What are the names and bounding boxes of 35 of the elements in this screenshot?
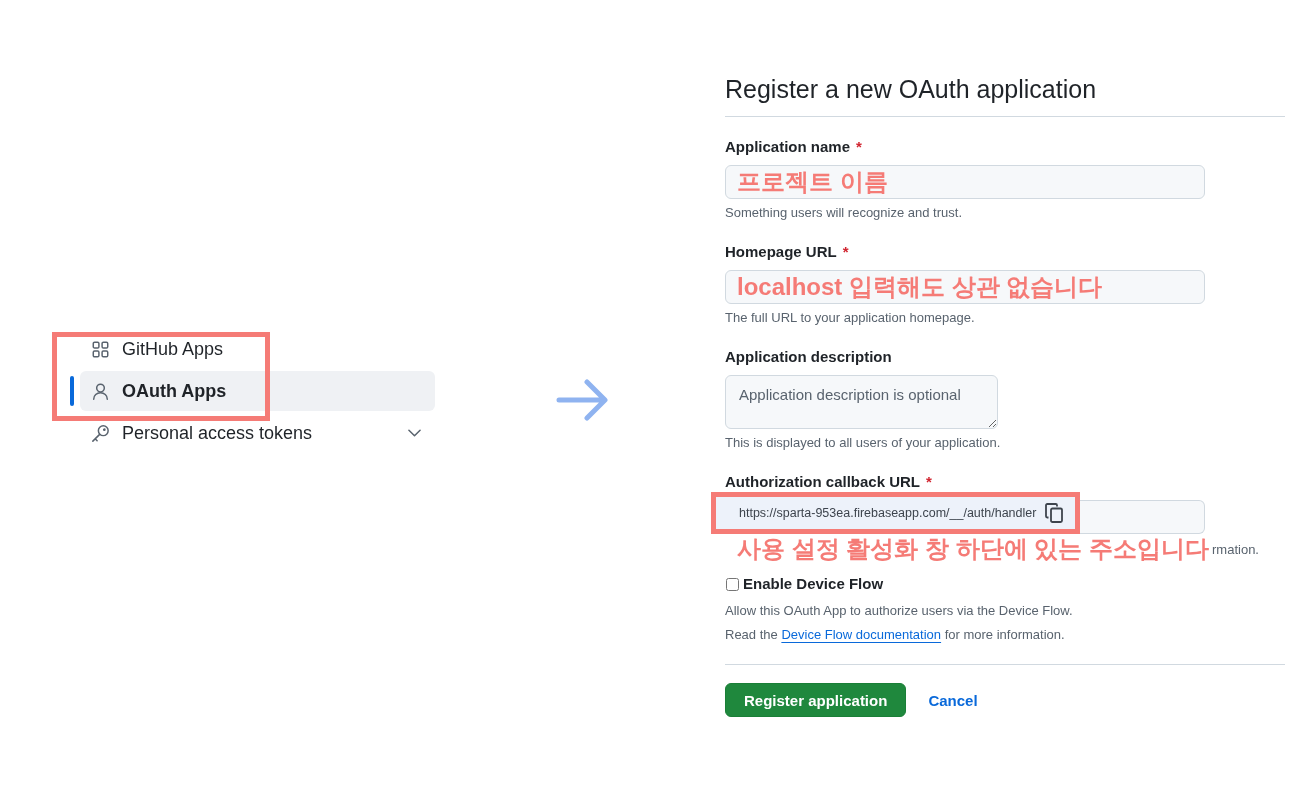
grid-icon [92,340,109,358]
copy-icon[interactable] [1045,503,1064,523]
required-asterisk: * [842,242,849,262]
documentation-note: Read the Device Flow documentation for more information. [725,626,1066,644]
documentation-link[interactable]: Device Flow documentation [781,627,942,642]
arrow-right-icon [556,377,608,423]
chevron-down-icon[interactable] [408,429,421,437]
checkbox-label[interactable]: Enable Device Flow [743,574,884,594]
person-icon [92,382,109,400]
device-flow-description: Allow this OAuth App to authorize users via the Device Flow. [725,602,1074,620]
annotation-text: 사용 설정 활성화 창 하단에 있는 주소입니다 [737,535,1209,563]
callback-url: https://sparta-953ea.firebaseapp.com/__/auth/handler [739,505,1037,521]
page-title: Register a new OAuth application [725,73,1285,117]
input-field[interactable] [1080,500,1205,534]
field-hint: rmation. [1212,541,1259,559]
sidebar-item[interactable]: Personal access tokens [80,422,435,444]
annotation-text: localhost 입력해도 상관 없습니다 [737,273,1103,301]
field-hint: This is displayed to all users of your application. [725,434,1002,452]
sidebar-item[interactable]: GitHub Apps [80,338,224,360]
sidebar-item[interactable]: OAuth Apps [80,371,435,411]
field-hint: Something users will recognize and trust. [725,204,963,222]
submit-button[interactable]: Register application [725,683,907,717]
field-label: Application name [725,137,851,157]
checkbox[interactable] [726,577,739,591]
cancel-link[interactable]: Cancel [928,683,978,717]
field-label: Authorization callback URL [725,472,921,492]
active-indicator [70,376,74,406]
annotation-text: 프로젝트 이름 [737,168,888,196]
required-asterisk: * [856,137,862,157]
field-label: Homepage URL [725,242,837,262]
field-label: Application description [725,347,892,367]
field-hint: The full URL to your application homepage. [725,309,976,327]
description-field[interactable]: Application description is optional [725,375,998,429]
key-icon [92,424,109,442]
required-asterisk: * [926,472,932,492]
